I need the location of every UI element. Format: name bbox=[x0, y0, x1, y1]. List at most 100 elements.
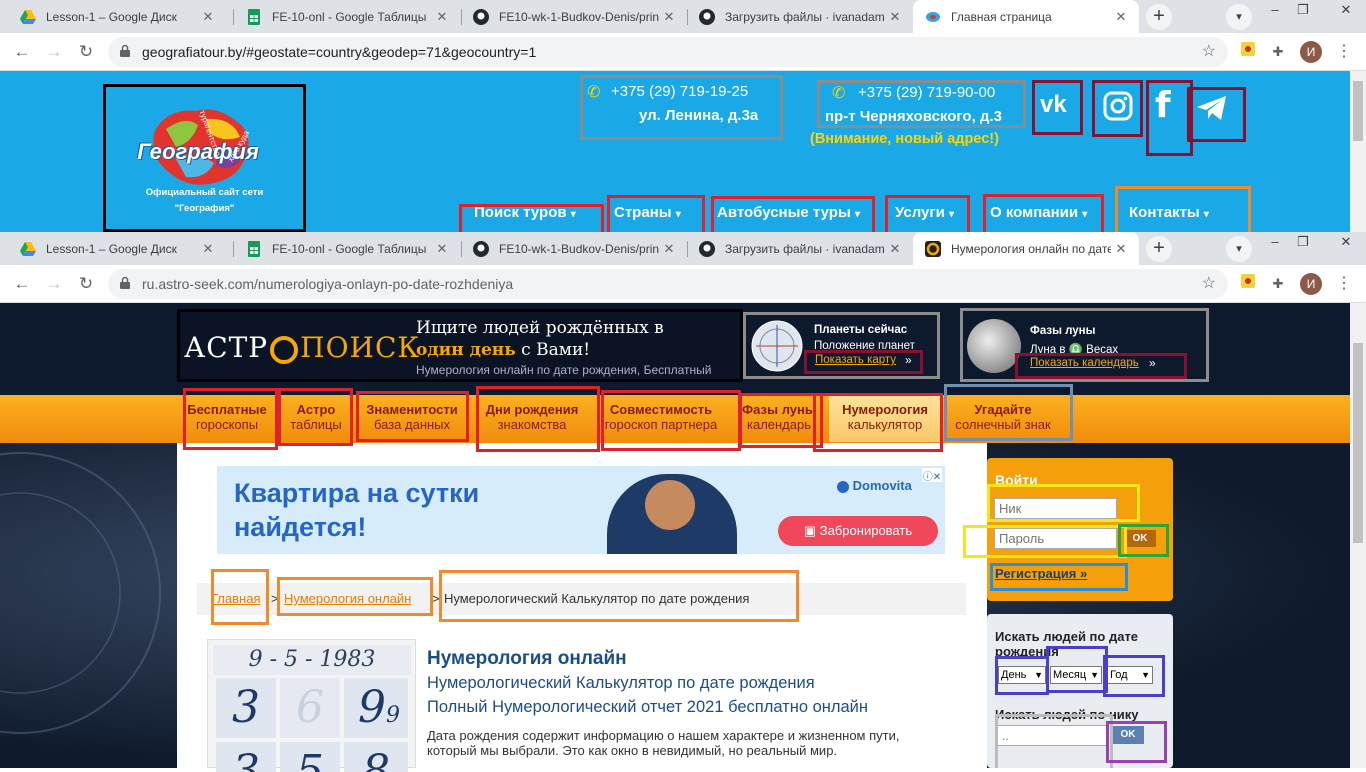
google-sheets-icon bbox=[246, 8, 262, 25]
reload-icon[interactable]: ↻ bbox=[74, 272, 98, 296]
show-calendar-link-box[interactable]: Показать календарь » bbox=[1015, 353, 1187, 379]
profile-avatar[interactable]: И bbox=[1300, 41, 1322, 63]
tab-astro-numerology[interactable]: Нумерология онлайн по дате ✕ bbox=[913, 232, 1139, 265]
ad-book-button[interactable]: ▣ Забронировать bbox=[778, 516, 938, 546]
moon-title: Фазы луны bbox=[1030, 325, 1096, 337]
scrollbar[interactable] bbox=[1350, 71, 1366, 232]
close-tab-icon[interactable]: ✕ bbox=[1111, 241, 1131, 257]
close-tab-icon[interactable]: ✕ bbox=[1111, 9, 1131, 25]
forward-icon[interactable]: → bbox=[42, 272, 66, 296]
close-window-icon[interactable]: ✕ bbox=[1326, 232, 1366, 254]
phone-number-2[interactable]: +375 (29) 719-90-00 bbox=[858, 84, 995, 101]
tab-github-upload[interactable]: Загрузить файлы · ivanadamo ✕ bbox=[687, 0, 913, 33]
bookmark-star-icon[interactable]: ☆ bbox=[1202, 37, 1216, 67]
banner-line-1: Ищите людей рождённых в bbox=[416, 318, 664, 338]
ad-line-1: Квартира на сутки bbox=[234, 478, 480, 508]
nav-countries-label[interactable]: Страны ▾ bbox=[614, 204, 681, 221]
profile-avatar[interactable]: И bbox=[1300, 273, 1322, 295]
facebook-link[interactable]: f bbox=[1146, 80, 1193, 156]
phone-icon: ✆ bbox=[832, 85, 846, 102]
show-chart-link-box[interactable]: Показать карту » bbox=[804, 350, 923, 374]
geografia-logo-block[interactable]: География турагентство хоть куда Официал… bbox=[103, 84, 306, 232]
zodiac-wheel-decoration bbox=[0, 452, 161, 734]
close-window-icon[interactable]: ✕ bbox=[1326, 0, 1366, 22]
tab-search-icon[interactable]: ▾ bbox=[1226, 4, 1252, 30]
browser-toolbar-2: ← → ↻ ru.astro-seek.com/numerologiya-onl… bbox=[0, 265, 1366, 303]
extensions-puzzle-icon[interactable]: ✚ bbox=[1268, 274, 1288, 294]
astro-logo-banner[interactable]: АСТР ПОИСК Ищите людей рождённых в один д… bbox=[177, 309, 743, 382]
nav-about-label[interactable]: О компании ▾ bbox=[990, 204, 1087, 221]
card-cell: 3 bbox=[216, 678, 276, 738]
instagram-link[interactable] bbox=[1092, 80, 1143, 137]
telegram-link[interactable] bbox=[1187, 87, 1246, 142]
close-tab-icon[interactable]: ✕ bbox=[659, 9, 679, 25]
back-icon[interactable]: ← bbox=[10, 272, 34, 296]
reload-icon[interactable]: ↻ bbox=[74, 40, 98, 64]
logo-left: АСТР bbox=[184, 331, 269, 364]
google-drive-icon bbox=[20, 241, 36, 257]
browser-toolbar: ← → ↻ geografiatour.by/#geostate=country… bbox=[0, 33, 1366, 71]
annotation-box bbox=[995, 714, 1113, 768]
close-tab-icon[interactable]: ✕ bbox=[432, 241, 452, 257]
annotation-box bbox=[944, 384, 1073, 441]
annotation-box bbox=[813, 393, 943, 452]
vk-link[interactable]: vk bbox=[1032, 80, 1083, 135]
address-bar[interactable]: ru.astro-seek.com/numerologiya-onlayn-po… bbox=[108, 269, 1228, 299]
telegram-icon bbox=[1197, 96, 1226, 120]
tab-github-repo[interactable]: FE10-wk-1-Budkov-Denis/prin ✕ bbox=[461, 0, 687, 33]
page-title: Нумерология онлайн bbox=[427, 648, 627, 669]
extensions-puzzle-icon[interactable]: ✚ bbox=[1268, 42, 1288, 62]
back-icon[interactable]: ← bbox=[10, 40, 34, 64]
banner-subtitle: Нумерология онлайн по дате рождения, Бес… bbox=[416, 363, 712, 377]
tab-google-drive[interactable]: Lesson-1 – Google Диск ✕ bbox=[8, 0, 226, 33]
nav-contacts-label[interactable]: Контакты ▾ bbox=[1129, 204, 1209, 221]
nav-bus-tours-label[interactable]: Автобусные туры ▾ bbox=[717, 204, 860, 221]
minimize-icon[interactable]: – bbox=[1262, 232, 1288, 254]
annotation-box bbox=[278, 388, 353, 446]
close-tab-icon[interactable]: ✕ bbox=[198, 241, 218, 257]
facebook-icon: f bbox=[1155, 85, 1171, 126]
new-tab-button[interactable]: + bbox=[1146, 236, 1172, 262]
tab-google-drive[interactable]: Lesson-1 – Google Диск ✕ bbox=[8, 232, 226, 265]
forward-icon[interactable]: → bbox=[42, 40, 66, 64]
extension-icon[interactable] bbox=[1238, 42, 1258, 62]
annotation-box bbox=[601, 390, 741, 451]
bookmark-star-icon[interactable]: ☆ bbox=[1202, 269, 1216, 299]
phone-number-1[interactable]: +375 (29) 719-19-25 bbox=[611, 83, 748, 100]
close-tab-icon[interactable]: ✕ bbox=[885, 241, 905, 257]
tab-google-sheets[interactable]: FE-10-onl - Google Таблицы ✕ bbox=[234, 232, 460, 265]
show-calendar-link[interactable]: Показать календарь bbox=[1030, 357, 1139, 369]
menu-dots-icon[interactable]: ⋮ bbox=[1336, 273, 1352, 295]
domovita-ad[interactable]: Квартира на сутки найдется! Domovita ⓘ✕ … bbox=[217, 466, 945, 554]
close-tab-icon[interactable]: ✕ bbox=[432, 9, 452, 25]
new-tab-button[interactable]: + bbox=[1146, 4, 1172, 30]
extension-icon[interactable] bbox=[1238, 274, 1258, 294]
annotation-box bbox=[211, 569, 269, 625]
logo-right: ПОИСК bbox=[300, 331, 421, 364]
card-date: 9 - 5 - 1983 bbox=[213, 645, 411, 675]
tab-github-repo[interactable]: FE10-wk-1-Budkov-Denis/prin ✕ bbox=[461, 232, 687, 265]
tab-google-sheets[interactable]: FE-10-onl - Google Таблицы ✕ bbox=[234, 0, 460, 33]
tab-geografia-home[interactable]: Главная страница ✕ bbox=[913, 0, 1139, 33]
address-bar[interactable]: geografiatour.by/#geostate=country&geode… bbox=[108, 37, 1228, 67]
browser-tab-strip: Lesson-1 – Google Диск ✕ FE-10-onl - Goo… bbox=[0, 0, 1366, 33]
nav-services-label[interactable]: Услуги ▾ bbox=[895, 204, 954, 221]
ad-choices-icon[interactable]: ⓘ✕ bbox=[922, 468, 942, 483]
annotation-box bbox=[476, 386, 600, 452]
close-tab-icon[interactable]: ✕ bbox=[885, 9, 905, 25]
numerology-card[interactable]: 9 - 5 - 1983 3 6 99 3 5 8 bbox=[207, 639, 416, 772]
minimize-icon[interactable]: – bbox=[1262, 0, 1288, 22]
banner-rest: с Вами! bbox=[515, 340, 591, 360]
annotation-box bbox=[183, 388, 278, 450]
close-tab-icon[interactable]: ✕ bbox=[659, 241, 679, 257]
restore-icon[interactable]: ❐ bbox=[1290, 232, 1316, 254]
show-chart-link[interactable]: Показать карту bbox=[815, 354, 896, 366]
tab-github-upload[interactable]: Загрузить файлы · ivanadamo ✕ bbox=[687, 232, 913, 265]
restore-icon[interactable]: ❐ bbox=[1290, 0, 1316, 22]
nav-search-tours-label[interactable]: Поиск туров ▾ bbox=[474, 204, 576, 221]
close-tab-icon[interactable]: ✕ bbox=[198, 9, 218, 25]
lock-icon bbox=[120, 277, 130, 289]
menu-dots-icon[interactable]: ⋮ bbox=[1336, 41, 1352, 63]
tab-search-icon[interactable]: ▾ bbox=[1226, 236, 1252, 262]
scrollbar-2[interactable] bbox=[1350, 303, 1366, 768]
